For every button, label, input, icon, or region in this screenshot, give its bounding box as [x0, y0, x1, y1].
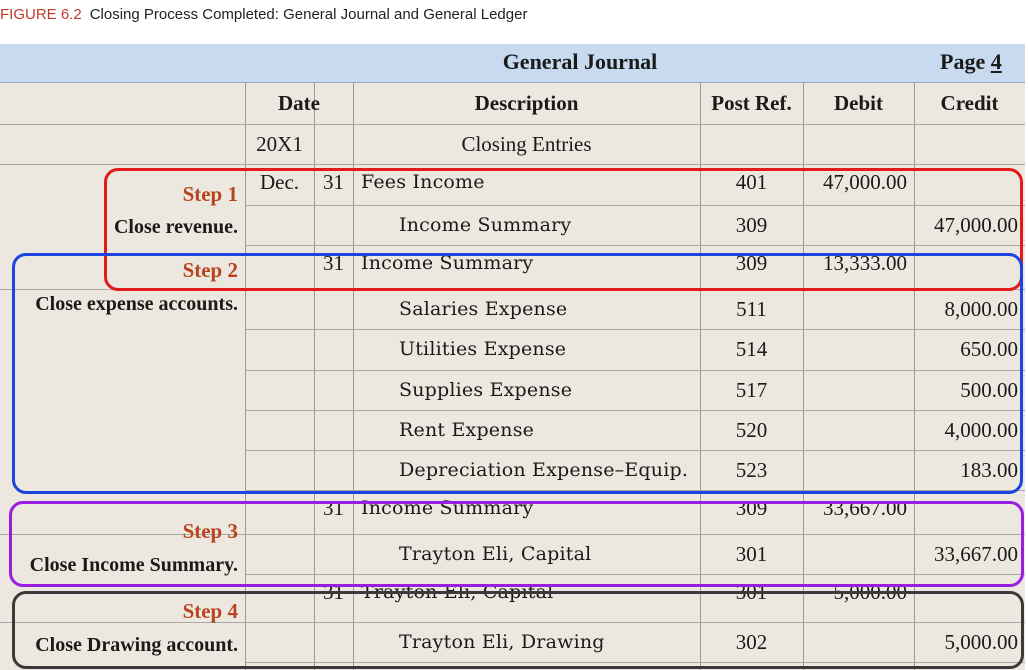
post-ref: 514: [735, 337, 768, 361]
column-header-date: Date: [278, 91, 320, 115]
figure-caption: Closing Process Completed: General Journ…: [89, 6, 528, 23]
entry-description: Trayton Eli, Capital: [361, 581, 554, 603]
step-description: Close expense accounts.: [35, 293, 238, 315]
post-ref: 309: [735, 496, 768, 520]
entry-description: Depreciation Expense–Equip.: [399, 459, 689, 481]
row-rule: [245, 490, 1025, 491]
entry-description: Rent Expense: [399, 419, 535, 441]
debit-amount: 5,000.00: [833, 580, 908, 604]
year-cell: 20X1: [256, 132, 303, 156]
page-label: Page: [940, 49, 986, 74]
column-rule: [353, 83, 354, 670]
credit-amount: 500.00: [960, 378, 1018, 402]
credit-amount: 8,000.00: [944, 297, 1019, 321]
general-journal: General Journal Page 4 Date Description Po…: [0, 44, 1025, 670]
entry-description: Utilities Expense: [399, 338, 567, 360]
figure-label: FIGURE 6.2: [0, 6, 82, 23]
entry-description: Fees Income: [361, 171, 485, 193]
credit-amount: 4,000.00: [944, 418, 1019, 442]
debit-amount: 33,667.00: [823, 496, 907, 520]
row-rule: [0, 124, 1025, 125]
entry-description: Income Summary: [399, 214, 572, 236]
journal-title: General Journal: [502, 49, 658, 74]
column-header-post-ref: Post Ref.: [711, 91, 792, 115]
date-day: 31: [323, 170, 344, 194]
step-label: Step 3: [182, 519, 238, 543]
post-ref: 520: [735, 418, 768, 442]
page-indicator: Page 4: [940, 49, 1002, 75]
section-title: Closing Entries: [461, 132, 592, 156]
entry-description: Salaries Expense: [399, 298, 568, 320]
row-rule: [245, 410, 1025, 411]
credit-amount: 33,667.00: [934, 542, 1018, 566]
post-ref: 309: [735, 213, 768, 237]
date-day: 31: [323, 251, 344, 275]
credit-amount: 47,000.00: [934, 213, 1018, 237]
row-rule: [245, 574, 1025, 575]
entry-description: Income Summary: [361, 252, 534, 274]
row-rule: [0, 534, 1025, 535]
step-label: Step 4: [182, 599, 238, 623]
post-ref: 517: [735, 378, 768, 402]
row-rule: [0, 622, 1025, 623]
row-rule: [245, 662, 1025, 663]
credit-amount: 650.00: [960, 337, 1018, 361]
step-label: Step 2: [182, 258, 238, 282]
entry-description: Income Summary: [361, 497, 534, 519]
entry-description: Supplies Expense: [399, 379, 573, 401]
journal-header: General Journal Page 4: [0, 44, 1025, 83]
step-description: Close Income Summary.: [29, 554, 238, 576]
date-month: Dec.: [259, 170, 300, 194]
post-ref: 511: [736, 297, 767, 321]
post-ref: 301: [735, 580, 768, 604]
post-ref: 523: [735, 458, 768, 482]
row-rule: [245, 370, 1025, 371]
row-rule: [245, 329, 1025, 330]
row-rule: [245, 450, 1025, 451]
credit-amount: 5,000.00: [944, 630, 1019, 654]
entry-description: Trayton Eli, Capital: [399, 543, 592, 565]
post-ref: 401: [735, 170, 768, 194]
post-ref: 309: [735, 251, 768, 275]
debit-amount: 13,333.00: [823, 251, 907, 275]
post-ref: 301: [735, 542, 768, 566]
step-description: Close revenue.: [113, 216, 238, 238]
step-label: Step 1: [182, 182, 238, 206]
figure-title: FIGURE 6.2 Closing Process Completed: Gen…: [0, 6, 527, 23]
column-header-debit: Debit: [834, 91, 883, 115]
page-number: 4: [990, 49, 1002, 74]
step-description: Close Drawing account.: [35, 634, 238, 656]
row-rule: [0, 289, 1025, 290]
date-day: 31: [323, 496, 344, 520]
column-header-description: Description: [474, 91, 579, 115]
row-rule: [245, 245, 1025, 246]
date-day: 31: [323, 580, 344, 604]
entry-description: Trayton Eli, Drawing: [399, 631, 605, 653]
debit-amount: 47,000.00: [823, 170, 907, 194]
credit-amount: 183.00: [960, 458, 1018, 482]
column-header-credit: Credit: [940, 91, 999, 115]
row-rule: [245, 205, 1025, 206]
row-rule: [0, 164, 1025, 165]
post-ref: 302: [735, 630, 768, 654]
